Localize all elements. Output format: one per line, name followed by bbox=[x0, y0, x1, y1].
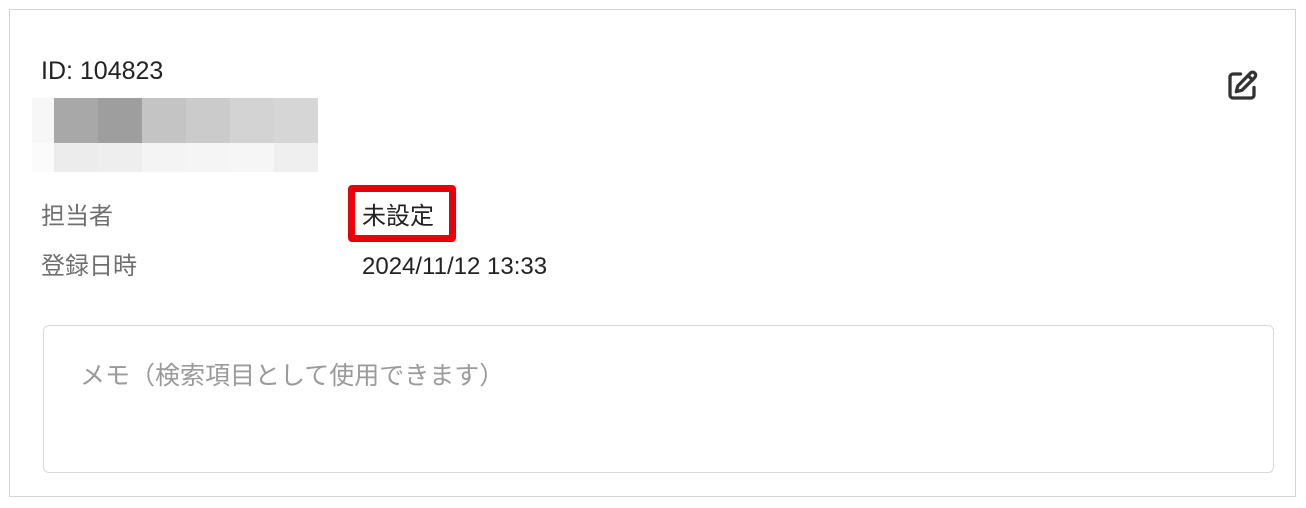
registered-value: 2024/11/12 13:33 bbox=[362, 253, 548, 280]
registered-label: 登録日時 bbox=[41, 253, 137, 280]
assignee-value: 未設定 bbox=[362, 203, 434, 230]
redacted-name-block bbox=[32, 98, 318, 172]
edit-button[interactable] bbox=[1220, 64, 1264, 108]
edit-icon bbox=[1228, 70, 1258, 100]
record-card: ID: 104823 担当者 未設定 登録日時 2024/11/12 13:33 bbox=[9, 9, 1296, 497]
record-id: ID: 104823 bbox=[41, 57, 164, 85]
assignee-label: 担当者 bbox=[41, 203, 113, 230]
memo-textarea[interactable] bbox=[43, 325, 1274, 473]
